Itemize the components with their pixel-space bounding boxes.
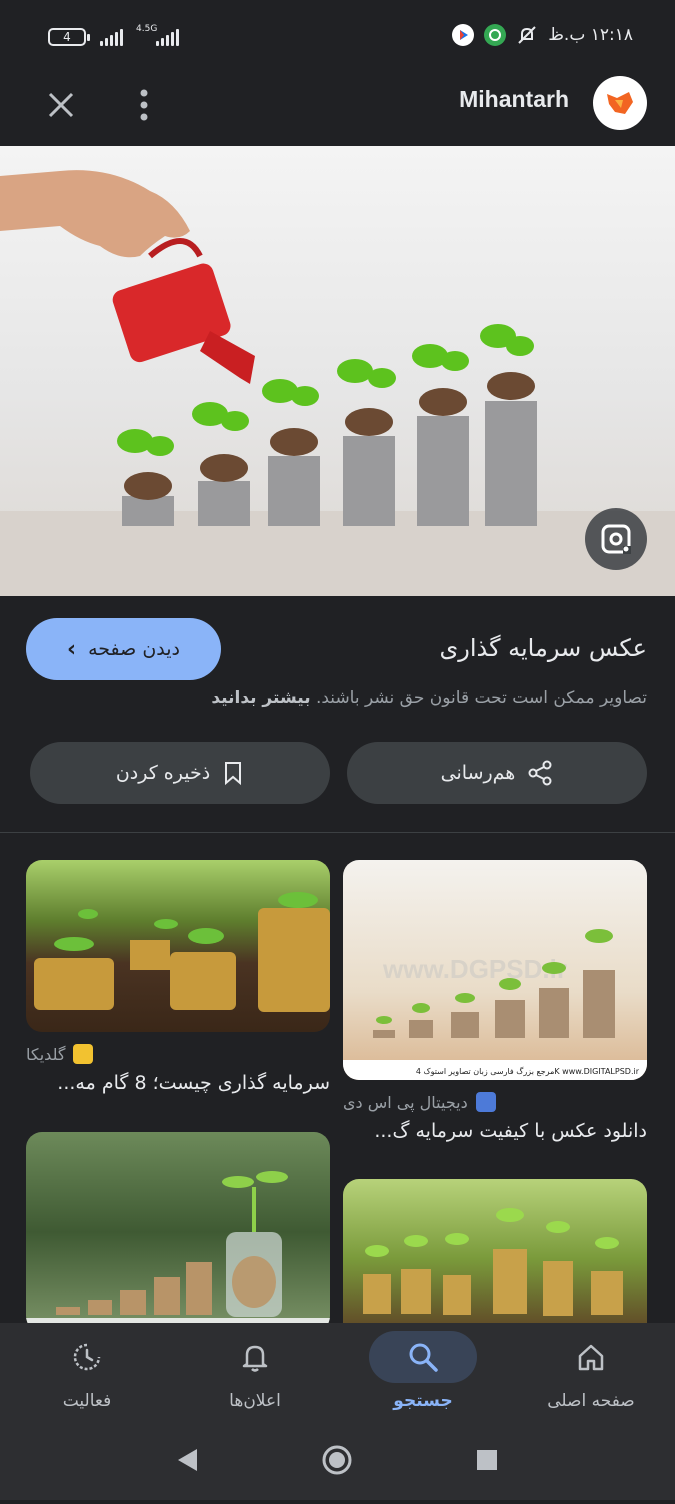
image-title: عکس سرمایه گذاری [439,634,647,662]
battery-icon: 4 [48,28,90,46]
signal-icon-2 [156,28,179,46]
back-icon[interactable] [178,1449,197,1471]
network-type: 4.5G [136,24,158,34]
result-thumbnail [343,1179,647,1323]
bookmark-icon [225,762,242,786]
result-thumbnail [26,860,330,1032]
result-source: دیجیتال پی اس دی [343,1092,647,1112]
thumbnail-caption-strip: مرجع بزرگ فارسی زبان تصاویر استوک 4K www… [416,1066,640,1076]
close-icon [48,92,74,118]
lens-icon [601,524,631,554]
more-vert-icon [140,89,148,121]
bottom-navigation: صفحه اصلی جستجو اعلان‌ها فعالیت [0,1323,675,1425]
lens-search-button[interactable] [585,508,647,570]
save-button[interactable]: ذخیره کردن [30,742,330,804]
source-favicon-icon [73,1044,94,1064]
nav-activity[interactable]: فعالیت [3,1331,171,1411]
related-results: www.DGPSD.ir مرجع بزرگ فارسی زبان تصاویر… [0,833,675,1323]
share-button[interactable]: هم‌رسانی [347,742,647,804]
share-icon [528,760,552,786]
search-icon [409,1343,438,1372]
visit-page-label: دیدن صفحه [88,638,180,660]
result-title: دانلود عکس با کیفیت سرمایه گ... [374,1120,647,1142]
visit-page-button[interactable]: ‹ دیدن صفحه [26,618,221,680]
home-icon [578,1344,604,1371]
source-name: گلدیکا [26,1044,66,1064]
fox-logo-icon [607,92,633,114]
close-button[interactable] [44,88,78,122]
image-info-panel: ‹ دیدن صفحه عکس سرمایه گذاری تصاویر ممکن… [0,596,675,833]
result-source: گلدیکا [26,1044,330,1064]
signal-icon [100,28,123,46]
coin-stacks [122,401,537,526]
thumbnail-watermark: www.DGPSD.ir [382,954,567,984]
result-card[interactable]: گلدیکا سرمایه گذاری چیست؛ 8 گام مه... [26,860,330,1094]
nav-notifications[interactable]: اعلان‌ها [171,1331,339,1411]
result-card[interactable] [343,1179,647,1323]
learn-more-link[interactable]: بیشتر بدانید [211,688,310,708]
activity-icon [73,1343,101,1371]
result-card[interactable]: www.DGPSD.ir مرجع بزرگ فارسی زبان تصاویر… [343,860,647,1142]
result-thumbnail: www.DGPSD.ir مرجع بزرگ فارسی زبان تصاویر… [343,860,647,1080]
source-name: دیجیتال پی اس دی [343,1092,468,1112]
nav-search-label: جستجو [393,1391,453,1411]
share-label: هم‌رسانی [440,762,516,784]
source-favicon-icon [475,1092,496,1112]
nav-notifications-label: اعلان‌ها [229,1391,281,1411]
copyright-notice: تصاویر ممکن است تحت قانون حق نشر باشند. … [211,688,647,708]
app-header: Mihantarh [0,74,675,146]
status-bar: 4 4.5G ۱۲:۱۸ ب.ظ [0,0,675,74]
chevron-left-icon: ‹ [67,636,77,662]
bell-muted-icon [516,24,538,46]
save-label: ذخیره کردن [115,762,211,784]
hero-image[interactable] [0,146,675,596]
battery-level: 4 [63,30,71,44]
more-options-button[interactable] [132,86,156,124]
nav-activity-label: فعالیت [62,1391,112,1411]
bell-icon [242,1345,268,1372]
nav-home[interactable]: صفحه اصلی [507,1331,675,1411]
copyright-text: تصاویر ممکن است تحت قانون حق نشر باشند. [315,688,647,708]
site-name[interactable]: Mihantarh [459,86,569,113]
clock: ۱۲:۱۸ ب.ظ [548,25,633,45]
result-thumbnail [26,1132,330,1323]
investment-growth-image [0,170,675,596]
site-logo[interactable] [593,76,647,130]
result-card[interactable] [26,1132,330,1323]
recents-icon[interactable] [477,1450,497,1470]
play-store-icon [452,24,475,46]
nav-home-label: صفحه اصلی [547,1391,635,1411]
nav-search[interactable]: جستجو [339,1331,507,1411]
status-right: ۱۲:۱۸ ب.ظ [452,24,633,46]
result-title: سرمایه گذاری چیست؛ 8 گام مه... [57,1072,330,1094]
system-navigation-bar [0,1425,675,1500]
app-notification-icon [484,24,507,46]
